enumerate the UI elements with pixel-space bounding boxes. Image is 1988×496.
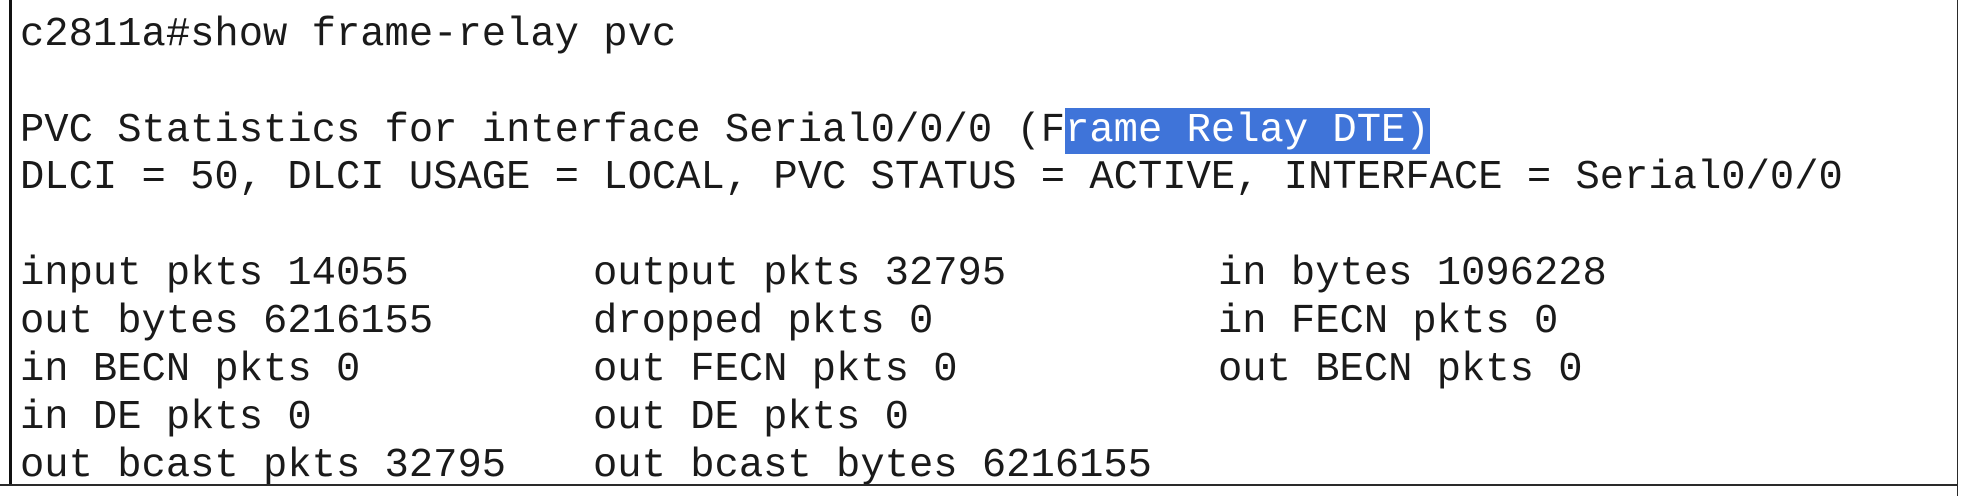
selected-text[interactable]: rame Relay DTE): [1065, 108, 1430, 154]
stat-out-bcast-bytes: out bcast bytes 6216155: [593, 443, 1152, 489]
stat-out-de-pkts: out DE pkts 0: [593, 395, 909, 441]
stat-in-bytes: in bytes 1096228: [1218, 251, 1607, 297]
terminal-left-border: [9, 0, 12, 496]
window-right-margin: [1958, 0, 1988, 496]
stat-output-pkts: output pkts 32795: [593, 251, 1007, 297]
stat-out-becn-pkts: out BECN pkts 0: [1218, 347, 1583, 393]
stat-out-bytes: out bytes 6216155: [20, 299, 434, 345]
terminal-window[interactable]: c2811a#show frame-relay pvc PVC Statisti…: [0, 0, 1988, 496]
stat-out-fecn-pkts: out FECN pkts 0: [593, 347, 958, 393]
window-bottom-margin: [0, 486, 1988, 496]
stat-input-pkts: input pkts 14055: [20, 251, 409, 297]
stat-out-bcast-pkts: out bcast pkts 32795: [20, 443, 507, 489]
stat-in-de-pkts: in DE pkts 0: [20, 395, 312, 441]
stat-in-fecn-pkts: in FECN pkts 0: [1218, 299, 1559, 345]
pvc-statistics-header: PVC Statistics for interface Serial0/0/0…: [20, 107, 1430, 155]
command-line: c2811a#show frame-relay pvc: [20, 12, 677, 58]
stat-dropped-pkts: dropped pkts 0: [593, 299, 934, 345]
header-text: PVC Statistics for interface Serial0/0/0…: [20, 108, 1066, 154]
stat-in-becn-pkts: in BECN pkts 0: [20, 347, 361, 393]
dlci-info-line: DLCI = 50, DLCI USAGE = LOCAL, PVC STATU…: [20, 155, 1843, 201]
